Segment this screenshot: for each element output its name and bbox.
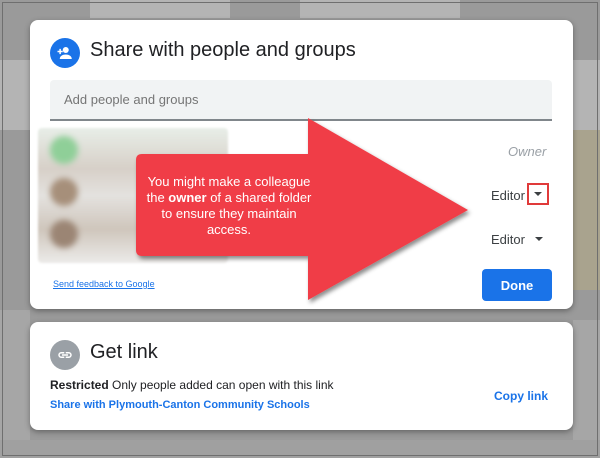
bg-block <box>90 0 230 18</box>
bg-block <box>573 320 600 450</box>
annotation-line: You might make a colleague <box>147 174 311 189</box>
share-dialog: Share with people and groups Owner Edito… <box>30 20 573 309</box>
link-icon <box>50 340 80 370</box>
bg-block <box>300 0 460 18</box>
role-select-editor[interactable]: Editor <box>491 188 525 203</box>
role-select-editor[interactable]: Editor <box>491 232 525 247</box>
share-dialog-title: Share with people and groups <box>90 39 356 61</box>
link-access-description: Restricted Only people added can open wi… <box>50 378 334 392</box>
owner-role-label: Owner <box>508 144 547 159</box>
send-feedback-link[interactable]: Send feedback to Google <box>53 279 155 289</box>
restricted-label[interactable]: Restricted <box>50 378 109 392</box>
chevron-down-icon[interactable] <box>527 183 549 205</box>
annotation-text-part: the <box>146 190 169 205</box>
avatar <box>50 220 78 248</box>
annotation-line: to ensure they maintain <box>161 206 297 221</box>
annotation-text: You might make a colleague the owner of … <box>140 174 318 238</box>
annotation-emphasis: owner <box>168 190 207 205</box>
copy-link-button[interactable]: Copy link <box>494 389 548 403</box>
share-with-org-link[interactable]: Share with Plymouth-Canton Community Sch… <box>50 399 310 411</box>
annotation-line: access. <box>206 222 252 237</box>
add-people-input[interactable] <box>50 80 552 121</box>
done-button[interactable]: Done <box>482 269 552 301</box>
bg-block <box>0 310 30 450</box>
person-add-icon <box>50 38 80 68</box>
chevron-down-icon[interactable] <box>532 232 546 246</box>
annotation-line: the owner of a shared folder <box>140 190 318 206</box>
bg-block <box>573 60 600 130</box>
avatar <box>50 178 78 206</box>
annotation-text-part: of a shared folder <box>206 190 312 205</box>
bg-block <box>573 130 600 290</box>
get-link-title: Get link <box>90 341 158 363</box>
bg-block <box>0 440 600 458</box>
restricted-description: Only people added can open with this lin… <box>112 378 334 392</box>
get-link-dialog: Get link Restricted Only people added ca… <box>30 322 573 430</box>
bg-block <box>0 60 30 130</box>
avatar <box>50 136 78 164</box>
